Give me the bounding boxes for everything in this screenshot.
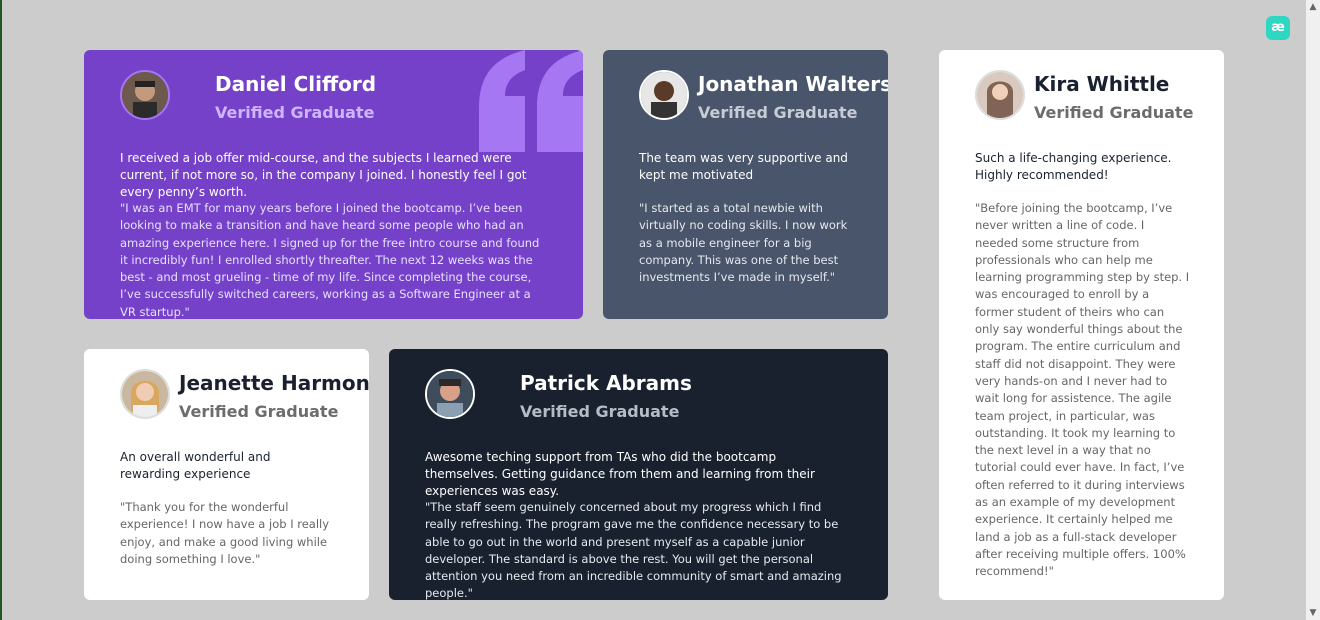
testimonial-role: Verified Graduate <box>698 103 858 122</box>
testimonial-name: Jeanette Harmon <box>179 371 369 395</box>
testimonial-quote: "I started as a total newbie with virtua… <box>639 201 848 285</box>
testimonial-card-jeanette: Jeanette Harmon Verified Graduate An ove… <box>84 349 369 600</box>
extension-logo-icon[interactable]: æ <box>1266 16 1290 40</box>
testimonial-headline: Awesome teching support from TAs who did… <box>425 450 815 498</box>
testimonial-card-daniel: Daniel Clifford Verified Graduate I rece… <box>84 50 583 319</box>
testimonial-card-patrick: Patrick Abrams Verified Graduate Awesome… <box>389 349 888 600</box>
quote-mark-icon <box>479 50 583 152</box>
scroll-up-arrow-icon[interactable]: ▲ <box>1306 0 1320 14</box>
avatar <box>425 369 475 419</box>
testimonial-headline: Such a life-changing experience. Highly … <box>975 151 1172 182</box>
testimonial-quote: "The staff seem genuinely concerned abou… <box>425 500 842 600</box>
avatar <box>639 70 689 120</box>
testimonial-role: Verified Graduate <box>520 402 680 421</box>
testimonial-headline: I received a job offer mid-course, and t… <box>120 151 527 199</box>
scroll-down-arrow-icon[interactable]: ▼ <box>1306 606 1320 620</box>
testimonial-role: Verified Graduate <box>1034 103 1194 122</box>
testimonial-quote: "I was an EMT for many years before I jo… <box>120 201 540 319</box>
avatar <box>120 70 170 120</box>
vertical-scrollbar[interactable]: ▲ ▼ <box>1306 0 1320 620</box>
testimonial-headline: An overall wonderful and rewarding exper… <box>120 450 271 481</box>
testimonial-card-jonathan: Jonathan Walters Verified Graduate The t… <box>603 50 888 319</box>
testimonial-headline: The team was very supportive and kept me… <box>639 151 848 182</box>
testimonial-role: Verified Graduate <box>179 402 339 421</box>
avatar <box>120 369 170 419</box>
testimonial-name: Daniel Clifford <box>215 72 377 96</box>
testimonial-quote: "Thank you for the wonderful experience!… <box>120 500 330 566</box>
testimonial-name: Patrick Abrams <box>520 371 692 395</box>
testimonial-name: Jonathan Walters <box>698 72 888 96</box>
testimonial-role: Verified Graduate <box>215 103 375 122</box>
window-edge <box>0 0 2 620</box>
testimonial-card-kira: Kira Whittle Verified Graduate Such a li… <box>939 50 1224 600</box>
avatar <box>975 70 1025 120</box>
testimonial-name: Kira Whittle <box>1034 72 1170 96</box>
testimonial-quote: "Before joining the bootcamp, I’ve never… <box>975 201 1190 579</box>
